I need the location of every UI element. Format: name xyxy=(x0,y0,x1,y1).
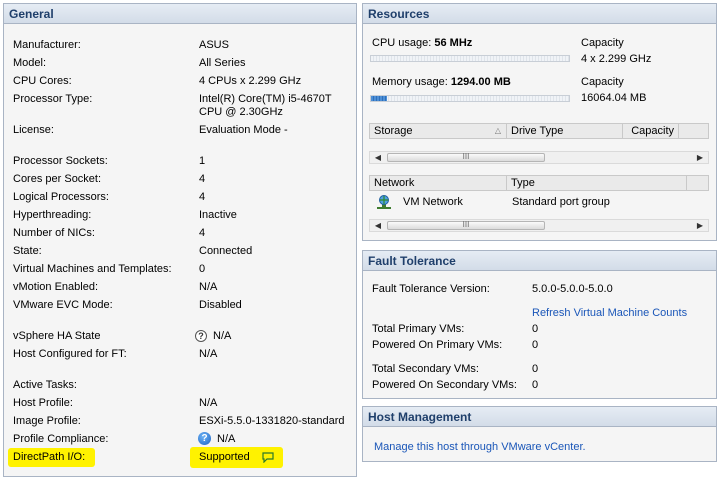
host-management-panel-title: Host Management xyxy=(363,407,716,427)
storage-scroll-thumb[interactable]: III xyxy=(387,153,545,162)
network-type: Standard port group xyxy=(512,196,610,208)
powered-on-primary-vms-label: Powered On Primary VMs: xyxy=(372,339,503,351)
drive-type-column-header[interactable]: Drive Type xyxy=(507,124,623,138)
total-secondary-vms-label: Total Secondary VMs: xyxy=(372,363,479,375)
network-name: VM Network xyxy=(403,196,463,208)
processor-type-value-line2: CPU @ 2.30GHz xyxy=(199,106,283,118)
capacity-column-label: Capacity xyxy=(631,125,674,137)
total-primary-vms-label: Total Primary VMs: xyxy=(372,323,465,335)
cores-per-socket-value: 4 xyxy=(199,173,206,185)
help-icon[interactable]: ? xyxy=(195,330,207,342)
cpu-capacity-value: 4 x 2.299 GHz xyxy=(581,53,652,65)
refresh-vm-counts-link[interactable]: Refresh Virtual Machine Counts xyxy=(532,307,687,319)
profile-compliance-value: N/A xyxy=(217,433,236,445)
sort-ascending-icon: △ xyxy=(494,126,501,135)
ha-state-value: N/A xyxy=(213,330,232,342)
memory-usage-value: 1294.00 MB xyxy=(450,76,511,88)
directpath-label: DirectPath I/O: xyxy=(13,451,86,463)
cores-per-socket-label: Cores per Socket: xyxy=(13,173,102,185)
scroll-right-arrow-icon[interactable]: ▶ xyxy=(694,220,706,231)
processor-sockets-label: Processor Sockets: xyxy=(13,155,108,167)
storage-column-label: Storage xyxy=(374,125,413,137)
logical-processors-value: 4 xyxy=(199,191,206,203)
ha-state-label: vSphere HA State xyxy=(13,330,101,342)
manufacturer-label: Manufacturer: xyxy=(13,39,81,51)
memory-capacity-label: Capacity xyxy=(581,76,624,88)
total-secondary-vms-value: 0 xyxy=(532,363,539,375)
ft-version-value: 5.0.0-5.0.0-5.0.0 xyxy=(532,283,613,295)
state-label: State: xyxy=(13,245,42,257)
memory-usage: Memory usage: 1294.00 MB xyxy=(372,76,511,88)
type-column-header[interactable]: Type xyxy=(507,176,687,190)
compliance-help-icon[interactable]: ? xyxy=(198,432,211,445)
type-column-label: Type xyxy=(511,177,535,189)
number-of-nics-value: 4 xyxy=(199,227,206,239)
logical-processors-label: Logical Processors: xyxy=(13,191,109,203)
resources-panel-title: Resources xyxy=(363,4,716,24)
fault-tolerance-panel-title: Fault Tolerance xyxy=(363,251,716,271)
hyperthreading-value: Inactive xyxy=(199,209,237,221)
network-table-header: Network Type xyxy=(369,175,709,191)
memory-capacity-value: 16064.04 MB xyxy=(581,92,647,104)
manage-vcenter-link[interactable]: Manage this host through VMware vCenter. xyxy=(374,441,586,453)
vmotion-enabled-label: vMotion Enabled: xyxy=(13,281,98,293)
vmotion-enabled-value: N/A xyxy=(199,281,218,293)
host-configured-ft-value: N/A xyxy=(199,348,218,360)
number-of-nics-label: Number of NICs: xyxy=(13,227,95,239)
image-profile-value: ESXi-5.5.0-1331820-standard xyxy=(199,415,345,427)
cpu-usage-label: CPU usage: xyxy=(372,37,432,49)
network-horizontal-scrollbar[interactable]: ◀ III ▶ xyxy=(369,219,709,232)
processor-sockets-value: 1 xyxy=(199,155,206,167)
total-primary-vms-value: 0 xyxy=(532,323,539,335)
state-value: Connected xyxy=(199,245,253,257)
cpu-usage: CPU usage: 56 MHz xyxy=(372,37,472,49)
model-label: Model: xyxy=(13,57,47,69)
cpu-capacity-label: Capacity xyxy=(581,37,624,49)
evc-mode-value: Disabled xyxy=(199,299,242,311)
memory-usage-bar-fill xyxy=(371,96,387,101)
host-configured-ft-label: Host Configured for FT: xyxy=(13,348,127,360)
host-profile-label: Host Profile: xyxy=(13,397,73,409)
hyperthreading-label: Hyperthreading: xyxy=(13,209,92,221)
evc-mode-label: VMware EVC Mode: xyxy=(13,299,113,311)
vms-templates-label: Virtual Machines and Templates: xyxy=(13,263,172,275)
network-scroll-thumb[interactable]: III xyxy=(387,221,545,230)
storage-table-header: Storage △ Drive Type Capacity xyxy=(369,123,709,139)
cpu-usage-value: 56 MHz xyxy=(434,37,473,49)
general-panel-title: General xyxy=(4,4,356,24)
image-profile-label: Image Profile: xyxy=(13,415,81,427)
powered-on-secondary-vms-value: 0 xyxy=(532,379,539,391)
storage-horizontal-scrollbar[interactable]: ◀ III ▶ xyxy=(369,151,709,164)
license-value: Evaluation Mode - xyxy=(199,124,288,136)
ft-version-label: Fault Tolerance Version: xyxy=(372,283,490,295)
active-tasks-label: Active Tasks: xyxy=(13,379,77,391)
comment-icon[interactable] xyxy=(262,452,274,463)
directpath-value: Supported xyxy=(199,451,250,463)
scroll-left-arrow-icon[interactable]: ◀ xyxy=(372,152,384,163)
powered-on-primary-vms-value: 0 xyxy=(532,339,539,351)
host-management-panel: Host Management xyxy=(362,406,717,462)
memory-usage-bar xyxy=(370,95,570,102)
network-column-header[interactable]: Network xyxy=(370,176,507,190)
capacity-column-header[interactable]: Capacity xyxy=(623,124,679,138)
vms-templates-value: 0 xyxy=(199,263,206,275)
model-value: All Series xyxy=(199,57,246,69)
host-profile-value: N/A xyxy=(199,397,218,409)
cpu-cores-label: CPU Cores: xyxy=(13,75,72,87)
processor-type-label: Processor Type: xyxy=(13,93,93,105)
scroll-left-arrow-icon[interactable]: ◀ xyxy=(372,220,384,231)
processor-type-value: Intel(R) Core(TM) i5-4670T xyxy=(199,93,332,105)
license-label: License: xyxy=(13,124,54,136)
powered-on-secondary-vms-label: Powered On Secondary VMs: xyxy=(372,379,517,391)
memory-usage-label: Memory usage: xyxy=(372,76,448,88)
scroll-right-arrow-icon[interactable]: ▶ xyxy=(694,152,706,163)
manufacturer-value: ASUS xyxy=(199,39,229,51)
drive-type-column-label: Drive Type xyxy=(511,125,564,137)
storage-column-header[interactable]: Storage △ xyxy=(370,124,507,138)
profile-compliance-label: Profile Compliance: xyxy=(13,433,109,445)
network-column-label: Network xyxy=(374,177,415,189)
cpu-usage-bar xyxy=(370,55,570,62)
network-icon xyxy=(377,195,391,209)
cpu-cores-value: 4 CPUs x 2.299 GHz xyxy=(199,75,302,87)
